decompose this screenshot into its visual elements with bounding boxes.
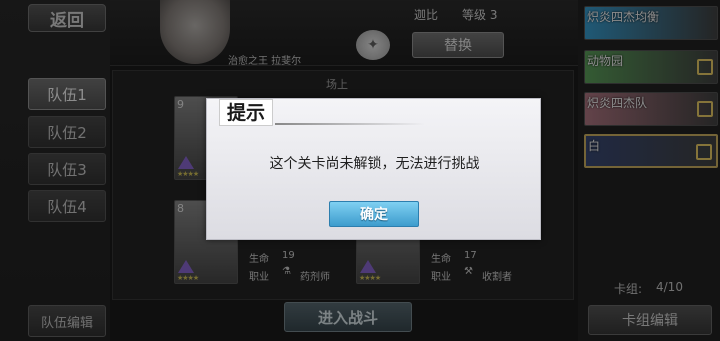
dialog-title: 提示 <box>219 99 273 126</box>
dialog-header: 提示 <box>219 99 429 126</box>
dialog-message: 这个关卡尚未解锁，无法进行挑战 <box>269 156 480 172</box>
title-underline <box>275 123 425 125</box>
confirm-button[interactable]: 确定 <box>329 201 419 227</box>
confirm-button-label: 确定 <box>360 207 388 223</box>
alert-dialog: 提示 这个关卡尚未解锁，无法进行挑战 确定 <box>206 98 541 240</box>
